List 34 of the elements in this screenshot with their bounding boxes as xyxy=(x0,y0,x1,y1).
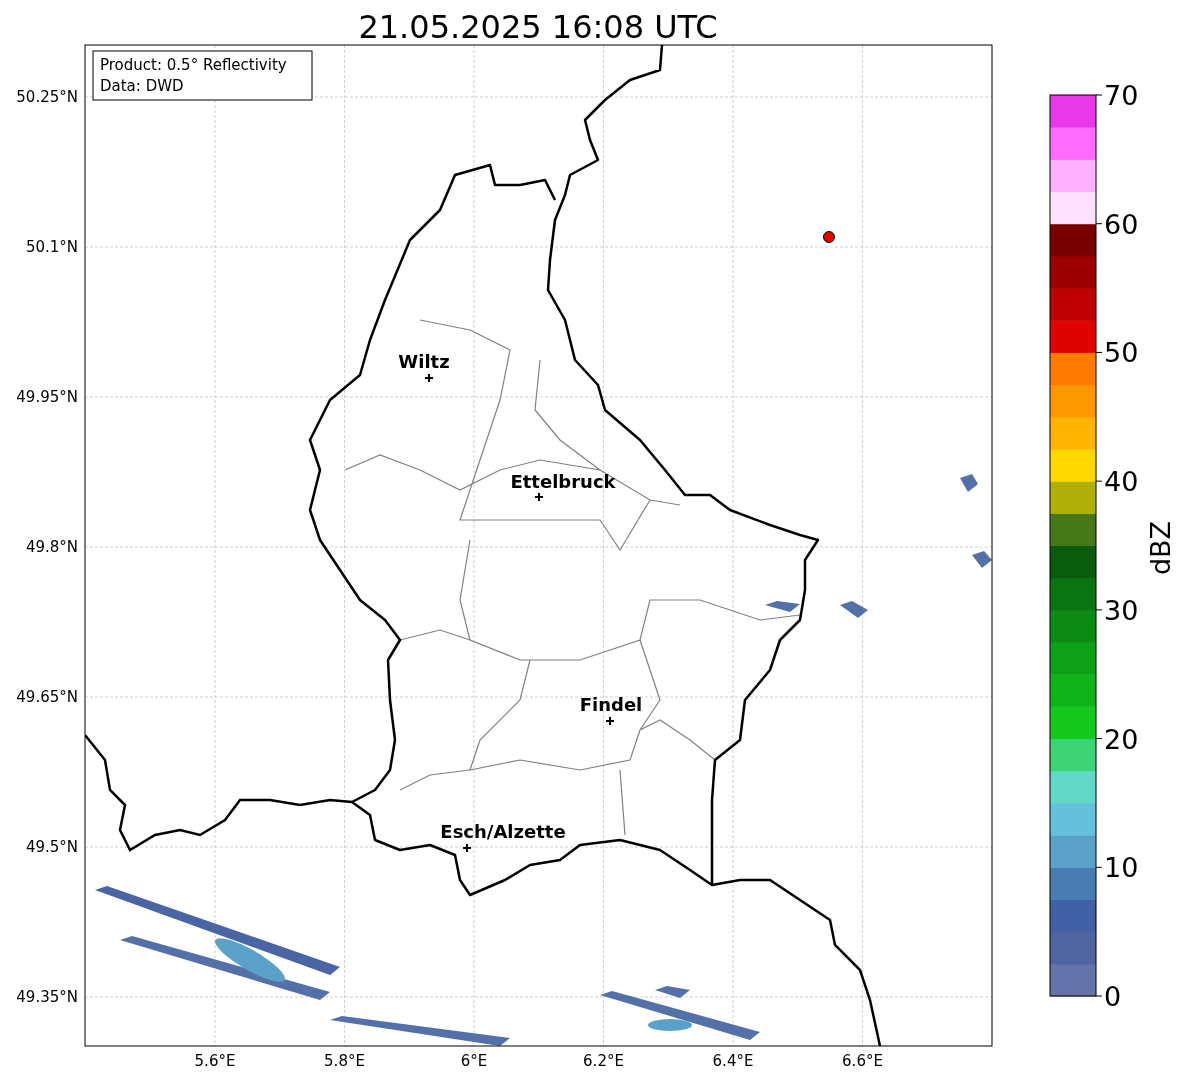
info-text: Product: 0.5° Reflectivity xyxy=(100,56,287,74)
city-label: Esch/Alzette xyxy=(440,821,566,842)
colorbar-tick-label: 50 xyxy=(1104,337,1139,369)
latitude-label: 49.35°N xyxy=(16,988,78,1006)
city-marker-icon xyxy=(534,492,544,502)
longitude-label: 6.6°E xyxy=(842,1052,883,1070)
location-dot xyxy=(823,231,835,243)
city-marker-icon xyxy=(605,716,615,726)
longitude-label: 5.8°E xyxy=(324,1052,365,1070)
latitude-label: 50.25°N xyxy=(16,88,78,106)
colorbar-tick-label: 0 xyxy=(1104,981,1122,1012)
longitude-label: 6°E xyxy=(460,1052,488,1070)
latitude-label: 50.1°N xyxy=(25,238,78,256)
city-label: Findel xyxy=(579,694,643,715)
colorbar-tick-label: 60 xyxy=(1104,208,1139,240)
city-marker-icon xyxy=(462,843,472,853)
latitude-label: 49.5°N xyxy=(25,838,78,856)
info-text: Data: DWD xyxy=(100,77,184,95)
longitude-label: 5.6°E xyxy=(194,1052,236,1070)
latitude-label: 49.8°N xyxy=(25,538,78,556)
colorbar-tick-label: 70 xyxy=(1104,80,1139,111)
colorbar-tick-label: 20 xyxy=(1104,723,1139,755)
city-marker-icon xyxy=(424,373,434,383)
city-label: Wiltz xyxy=(398,351,450,372)
chart-title: 21.05.2025 16:08 UTC xyxy=(358,8,718,46)
latitude-label: 49.65°N xyxy=(16,688,78,706)
colorbar-tick-label: 40 xyxy=(1104,466,1139,498)
latitude-label: 49.95°N xyxy=(16,388,78,406)
colorbar-label: dBZ xyxy=(1145,520,1176,576)
longitude-label: 6.2°E xyxy=(583,1052,624,1070)
colorbar-tick-label: 10 xyxy=(1104,852,1139,884)
colorbar-tick-label: 30 xyxy=(1104,594,1139,626)
longitude-label: 6.4°E xyxy=(712,1052,754,1070)
city-label: Ettelbruck xyxy=(510,471,616,492)
